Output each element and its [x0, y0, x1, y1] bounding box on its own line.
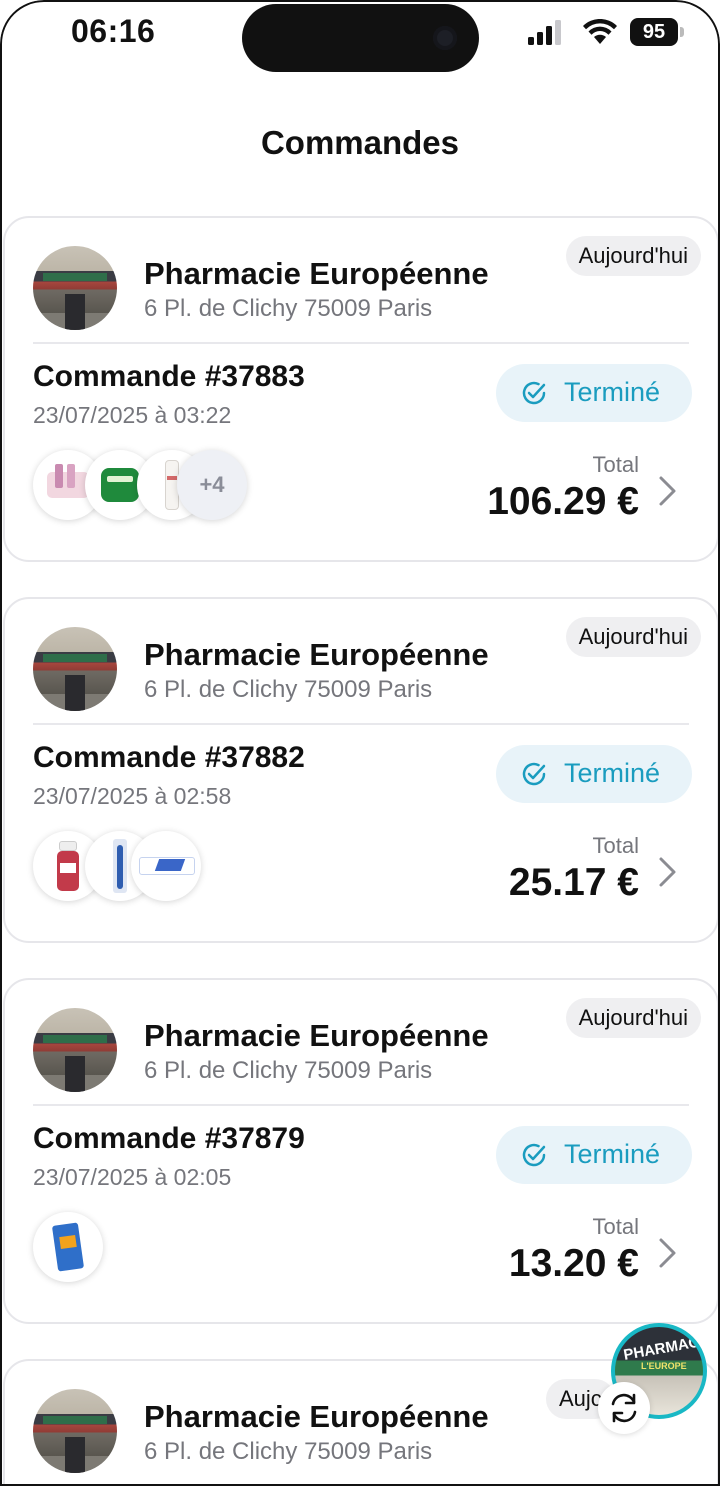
battery-icon: 95 [630, 18, 678, 46]
pharmacy-avatar [33, 246, 117, 330]
refresh-icon [611, 1393, 637, 1423]
check-circle-icon [522, 1143, 546, 1167]
total-value: 25.17 € [508, 861, 639, 904]
product-thumbnails [33, 1212, 293, 1284]
product-thumbnails [33, 831, 293, 903]
toothpaste-icon [131, 831, 201, 901]
pharmacy-address: 6 Pl. de Clichy 75009 Paris [144, 295, 433, 322]
order-number: Commande #37883 [33, 360, 305, 393]
battery-tip [680, 27, 684, 37]
status-badge: Terminé [496, 1126, 692, 1184]
status-label: Terminé [564, 1139, 661, 1169]
fab-text: PHARMACIE [622, 1331, 707, 1364]
page-title: Commandes [260, 124, 460, 161]
date-badge: Aujourd'hui [565, 617, 701, 657]
app-screen: 06:16 95 Commandes Pharmacie Européenne … [0, 0, 720, 1486]
order-number: Commande #37879 [33, 1122, 305, 1155]
pharmacy-avatar [33, 1389, 117, 1473]
pharmacy-avatar [33, 627, 117, 711]
pharmacy-name: Pharmacie Européenne [144, 1018, 489, 1053]
pharmacy-name: Pharmacie Européenne [144, 256, 489, 291]
date-badge: Aujourd'hui [565, 236, 701, 276]
divider [33, 1104, 689, 1106]
more-products-badge: +4 [177, 450, 247, 520]
status-time: 06:16 [71, 13, 156, 49]
chevron-right-icon[interactable] [657, 1236, 679, 1270]
status-icons: 95 [527, 18, 687, 48]
pharmacy-avatar [33, 1008, 117, 1092]
date-badge: Aujourd'hui [565, 998, 701, 1038]
order-datetime: 23/07/2025 à 02:05 [33, 1164, 232, 1190]
check-circle-icon [522, 381, 546, 405]
order-datetime: 23/07/2025 à 02:58 [33, 783, 232, 809]
total-value: 106.29 € [487, 480, 639, 523]
order-card[interactable]: Pharmacie Européenne 6 Pl. de Clichy 750… [3, 216, 719, 562]
chevron-right-icon[interactable] [657, 474, 679, 508]
wifi-icon [583, 19, 617, 44]
total-label: Total [592, 833, 639, 858]
pharmacy-address: 6 Pl. de Clichy 75009 Paris [144, 676, 433, 703]
status-badge: Terminé [496, 745, 692, 803]
check-circle-icon [522, 762, 546, 786]
dynamic-island [242, 4, 479, 72]
fab-subtext: L'EUROPE [641, 1361, 687, 1371]
order-card[interactable]: Pharmacie Européenne 6 Pl. de Clichy 750… [3, 597, 719, 943]
pharmacy-name: Pharmacie Européenne [144, 637, 489, 672]
product-thumbnails: +4 [33, 450, 293, 522]
chevron-right-icon[interactable] [657, 855, 679, 889]
total-value: 13.20 € [508, 1242, 639, 1285]
pharmacy-address: 6 Pl. de Clichy 75009 Paris [144, 1057, 433, 1084]
status-badge: Terminé [496, 364, 692, 422]
order-card[interactable]: Pharmacie Européenne 6 Pl. de Clichy 750… [3, 978, 719, 1324]
status-bar: 06:16 95 [0, 0, 720, 72]
divider [33, 723, 689, 725]
total-label: Total [592, 1214, 639, 1239]
total-label: Total [592, 452, 639, 477]
order-number: Commande #37882 [33, 741, 305, 774]
pharmacy-address: 6 Pl. de Clichy 75009 Paris [144, 1438, 433, 1465]
box-product-icon [33, 1212, 103, 1282]
status-label: Terminé [564, 377, 661, 407]
status-label: Terminé [564, 758, 661, 788]
camera-icon [433, 26, 457, 50]
divider [33, 342, 689, 344]
refresh-button[interactable] [598, 1382, 650, 1434]
pharmacy-name: Pharmacie Européenne [144, 1399, 489, 1434]
signal-icon [528, 20, 561, 45]
order-datetime: 23/07/2025 à 03:22 [33, 402, 232, 428]
